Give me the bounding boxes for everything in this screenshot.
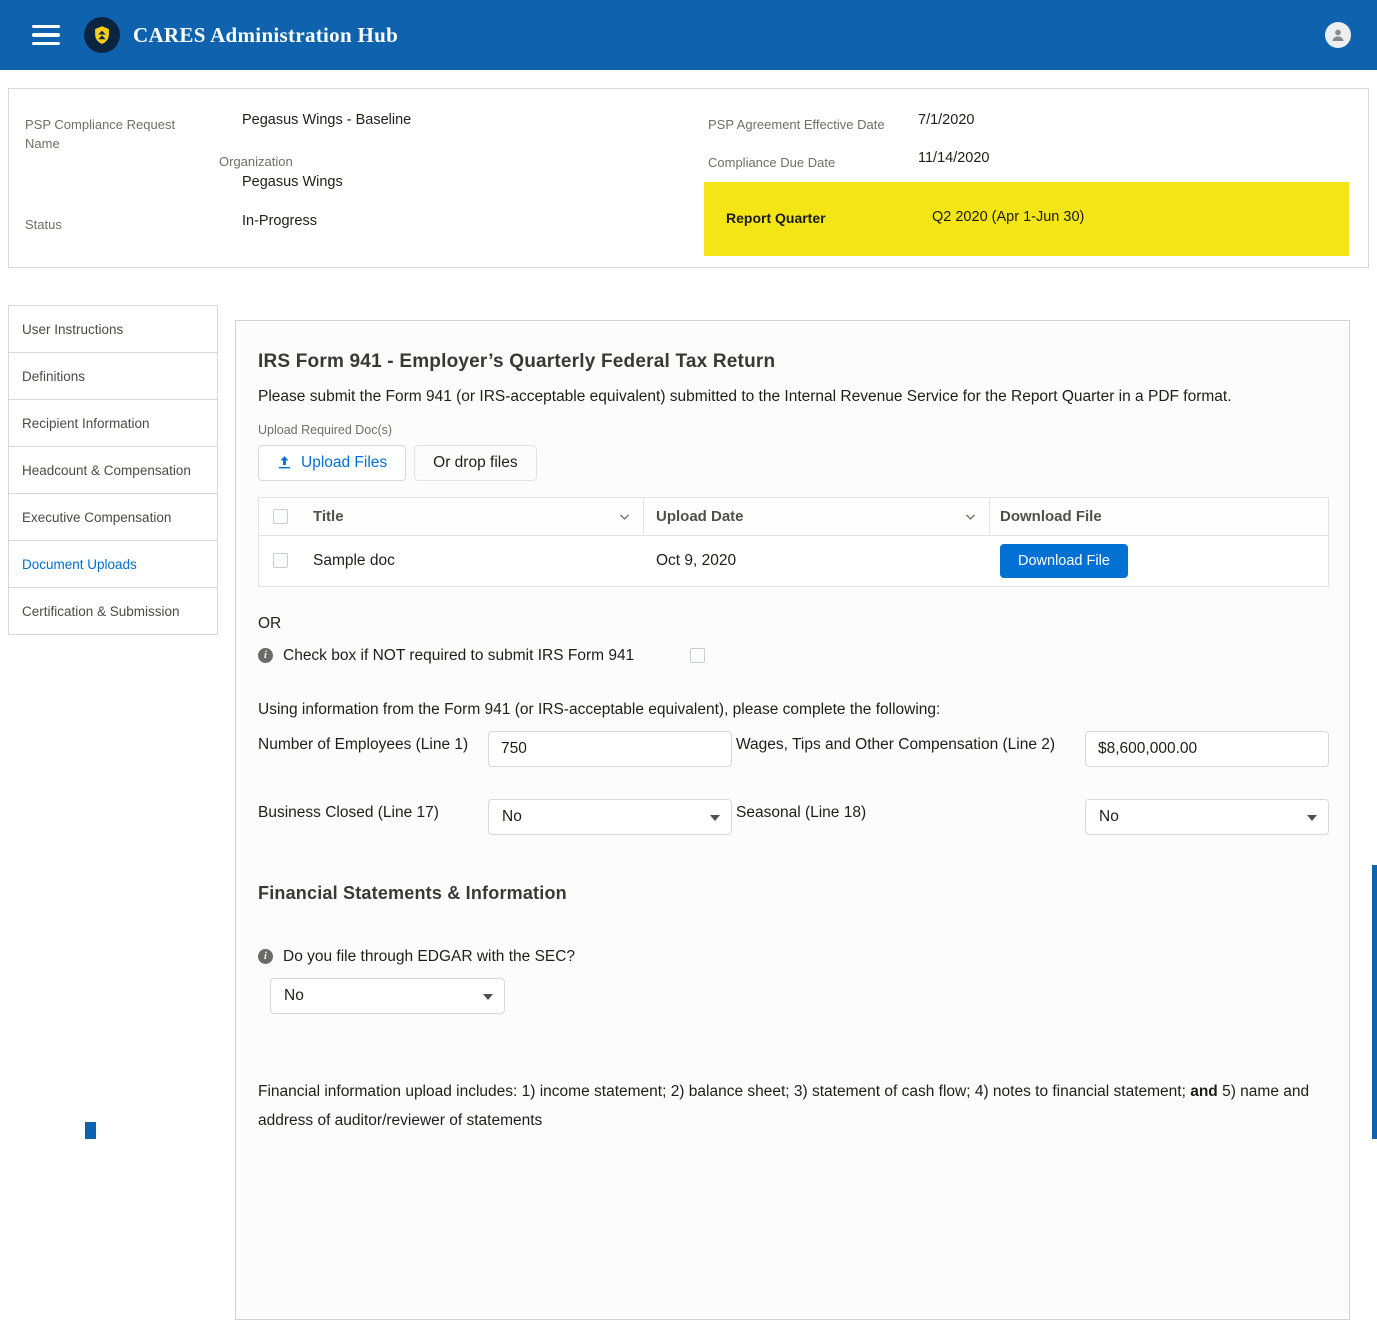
app-title: CARES Administration Hub — [133, 23, 398, 48]
scrollbar-thumb[interactable] — [1372, 865, 1377, 1139]
due-date-value: 11/14/2020 — [918, 150, 990, 166]
table-row: Sample doc Oct 9, 2020 Download File — [259, 536, 1328, 586]
dropdown-arrow-icon — [710, 815, 720, 821]
download-file-button[interactable]: Download File — [1000, 544, 1128, 578]
document-upload-date: Oct 9, 2020 — [656, 552, 736, 570]
user-icon — [1330, 27, 1346, 43]
business-closed-value: No — [502, 808, 522, 826]
wages-input[interactable] — [1085, 731, 1329, 767]
sidebar-item-headcount-compensation[interactable]: Headcount & Compensation — [8, 446, 218, 494]
due-date-label: Compliance Due Date — [708, 154, 835, 173]
employees-input[interactable] — [488, 731, 732, 767]
app-header: CARES Administration Hub — [0, 0, 1377, 70]
table-header-row: Title Upload Date Download File — [259, 498, 1328, 536]
effective-date-label: PSP Agreement Effective Date — [708, 116, 885, 135]
sidebar-item-recipient-information[interactable]: Recipient Information — [8, 399, 218, 447]
info-icon[interactable]: i — [258, 648, 273, 663]
effective-date-value: 7/1/2020 — [918, 112, 974, 128]
edgar-question: Do you file through EDGAR with the SEC? — [283, 948, 575, 966]
note-text: Financial information upload includes: 1… — [258, 1083, 1190, 1100]
dropdown-arrow-icon — [483, 994, 493, 1000]
business-closed-label: Business Closed (Line 17) — [258, 799, 488, 827]
sidebar-item-certification-submission[interactable]: Certification & Submission — [8, 587, 218, 635]
menu-icon[interactable] — [32, 25, 60, 46]
upload-required-label: Upload Required Doc(s) — [258, 423, 1329, 437]
request-name-label: PSP Compliance Request Name — [25, 116, 193, 154]
sidebar-item-user-instructions[interactable]: User Instructions — [8, 305, 218, 353]
status-value: In-Progress — [242, 213, 317, 229]
edgar-value: No — [284, 987, 304, 1005]
column-header-upload-date: Upload Date — [656, 508, 744, 525]
financial-upload-note: Financial information upload includes: 1… — [258, 1078, 1328, 1135]
not-required-line: i Check box if NOT required to submit IR… — [258, 647, 1329, 665]
seasonal-value: No — [1099, 808, 1119, 826]
financial-section-title: Financial Statements & Information — [258, 883, 1329, 904]
organization-value: Pegasus Wings — [242, 174, 343, 190]
document-title: Sample doc — [313, 552, 395, 570]
section-sidebar: User Instructions Definitions Recipient … — [8, 305, 218, 635]
form941-fields: Number of Employees (Line 1) Wages, Tips… — [258, 731, 1329, 835]
documents-table: Title Upload Date Download File Sa — [258, 497, 1329, 587]
complete-following-text: Using information from the Form 941 (or … — [258, 701, 1329, 719]
wages-label: Wages, Tips and Other Compensation (Line… — [732, 731, 1085, 759]
document-uploads-panel: IRS Form 941 - Employer’s Quarterly Fede… — [235, 320, 1350, 1320]
sidebar-item-document-uploads[interactable]: Document Uploads — [8, 540, 218, 588]
upload-icon — [277, 455, 292, 470]
info-icon[interactable]: i — [258, 949, 273, 964]
organization-label: Organization — [219, 153, 293, 172]
report-quarter-highlight: Report Quarter Q2 2020 (Apr 1-Jun 30) — [704, 182, 1349, 256]
report-quarter-value: Q2 2020 (Apr 1-Jun 30) — [932, 209, 1084, 225]
content-row: User Instructions Definitions Recipient … — [8, 305, 1350, 1320]
upload-files-label: Upload Files — [301, 454, 387, 472]
employees-label: Number of Employees (Line 1) — [258, 731, 488, 759]
status-label: Status — [25, 216, 62, 235]
column-header-download-file: Download File — [1000, 508, 1102, 525]
chevron-down-icon[interactable] — [618, 510, 631, 523]
form941-instructions: Please submit the Form 941 (or IRS-accep… — [258, 383, 1328, 411]
shield-icon — [91, 24, 113, 46]
compliance-summary-card: PSP Compliance Request Name Pegasus Wing… — [8, 88, 1369, 268]
form941-title: IRS Form 941 - Employer’s Quarterly Fede… — [258, 351, 1329, 373]
business-closed-select[interactable]: No — [488, 799, 732, 835]
drop-files-label: Or drop files — [433, 454, 517, 472]
scroll-artifact — [85, 1122, 96, 1139]
request-name-value: Pegasus Wings - Baseline — [242, 112, 411, 128]
upload-controls: Upload Files Or drop files — [258, 445, 1329, 481]
edgar-select[interactable]: No — [270, 978, 505, 1014]
edgar-question-line: i Do you file through EDGAR with the SEC… — [258, 948, 1329, 966]
column-header-title: Title — [313, 508, 344, 525]
or-label: OR — [258, 615, 1329, 633]
not-required-label: Check box if NOT required to submit IRS … — [283, 647, 634, 665]
report-quarter-label: Report Quarter — [726, 210, 826, 226]
note-bold: and — [1190, 1083, 1218, 1100]
sidebar-item-executive-compensation[interactable]: Executive Compensation — [8, 493, 218, 541]
upload-files-button[interactable]: Upload Files — [258, 445, 406, 481]
seasonal-label: Seasonal (Line 18) — [732, 799, 1085, 827]
row-checkbox[interactable] — [273, 553, 288, 568]
dropdown-arrow-icon — [1307, 815, 1317, 821]
sidebar-item-definitions[interactable]: Definitions — [8, 352, 218, 400]
select-all-checkbox[interactable] — [273, 509, 288, 524]
not-required-checkbox[interactable] — [690, 648, 705, 663]
file-drop-zone[interactable]: Or drop files — [414, 445, 536, 481]
chevron-down-icon[interactable] — [964, 510, 977, 523]
user-avatar[interactable] — [1325, 22, 1351, 48]
app-logo — [84, 17, 120, 53]
seasonal-select[interactable]: No — [1085, 799, 1329, 835]
